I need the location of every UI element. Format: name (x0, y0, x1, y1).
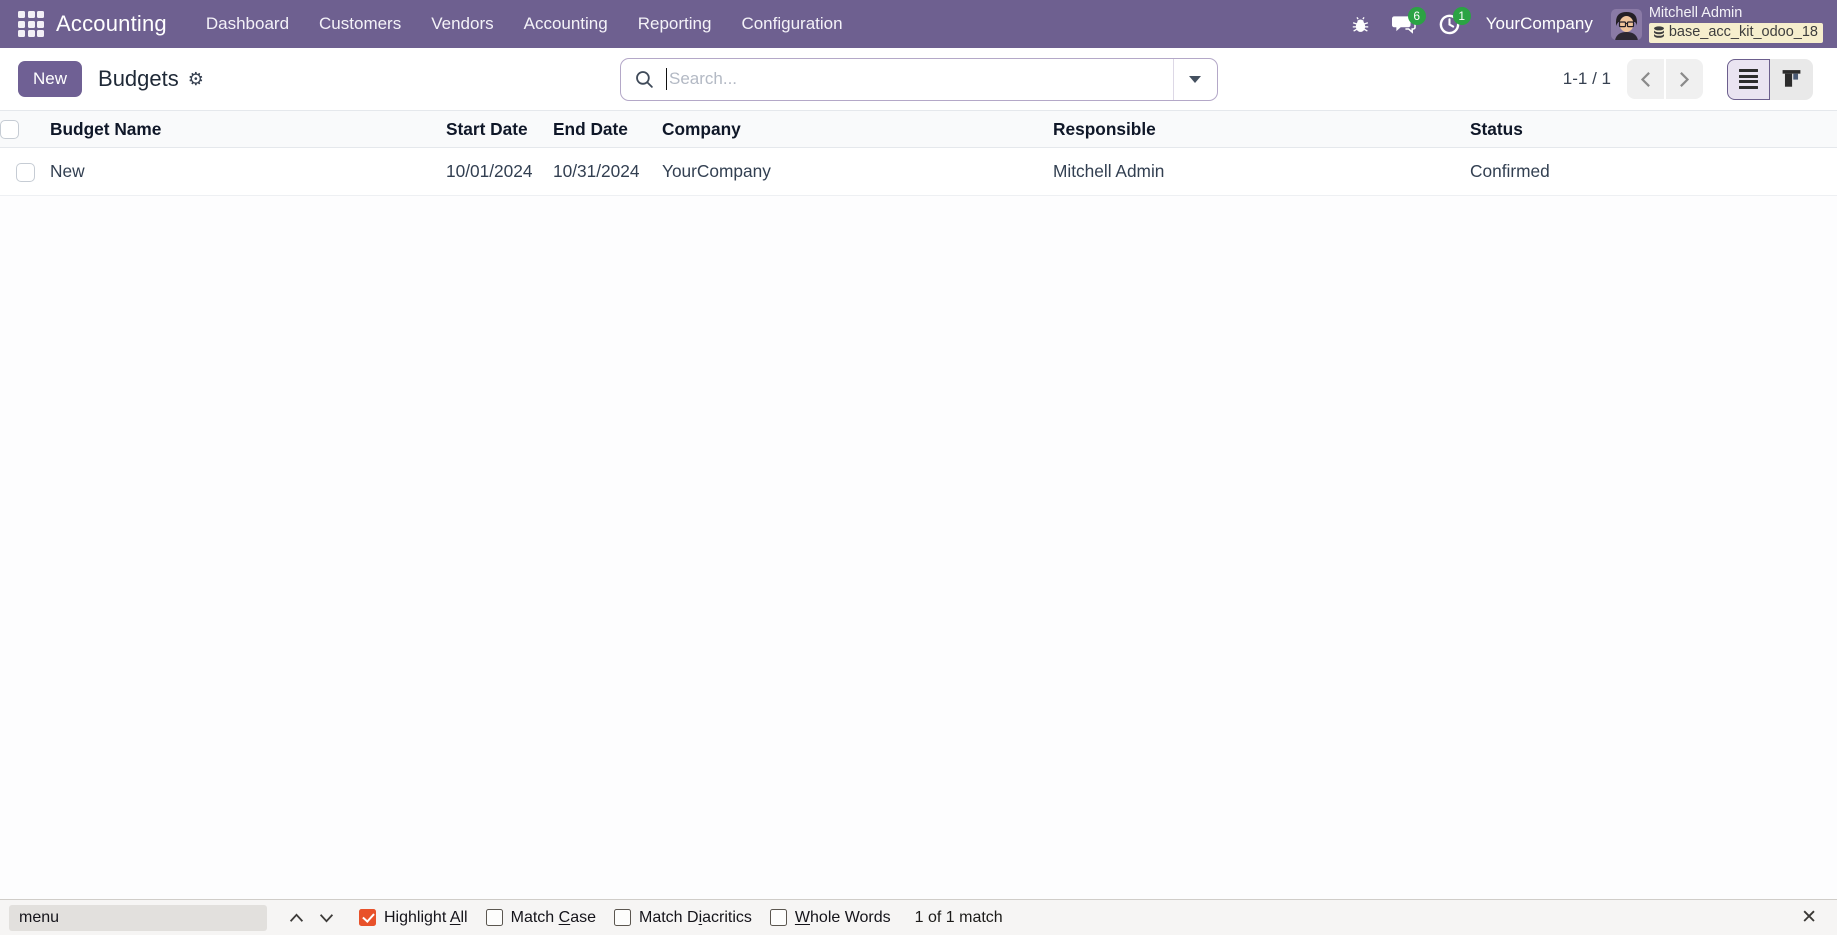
cell-end-date[interactable]: 10/31/2024 (553, 148, 662, 196)
find-previous-button[interactable] (281, 904, 311, 932)
match-case-option[interactable]: Match Case (485, 909, 596, 927)
cell-status[interactable]: Confirmed (1470, 148, 1837, 196)
control-panel: New Budgets ⚙ 1-1 / 1 (0, 48, 1837, 110)
menu-item-configuration[interactable]: Configuration (726, 0, 857, 48)
main-menu: Dashboard Customers Vendors Accounting R… (191, 0, 858, 48)
database-badge: base_acc_kit_odoo_18 (1648, 23, 1823, 43)
search-input[interactable] (667, 69, 1173, 89)
main-content: Budget Name Start Date End Date Company … (0, 110, 1837, 935)
select-all-checkbox[interactable] (0, 120, 19, 140)
company-switcher[interactable]: YourCompany (1486, 14, 1593, 34)
browser-findbar: Highlight All Match Case Match Diacritic… (0, 899, 1837, 935)
debug-bug-icon[interactable] (1340, 0, 1381, 48)
budgets-list-table: Budget Name Start Date End Date Company … (0, 110, 1837, 196)
search-options-toggle[interactable] (1172, 58, 1217, 100)
pager-range: 1-1 / 1 (1562, 69, 1611, 88)
search-bar (619, 57, 1218, 101)
menu-item-vendors[interactable]: Vendors (416, 0, 508, 48)
find-match-status: 1 of 1 match (914, 908, 1003, 926)
menu-item-accounting[interactable]: Accounting (509, 0, 623, 48)
bug-icon (1352, 16, 1368, 32)
menu-item-customers[interactable]: Customers (304, 0, 416, 48)
highlight-all-option[interactable]: Highlight All (359, 909, 468, 927)
column-header-end-date[interactable]: End Date (553, 111, 662, 148)
chevron-down-icon (1189, 75, 1201, 83)
table-header-row: Budget Name Start Date End Date Company … (0, 110, 1837, 148)
pager: 1-1 / 1 (1562, 58, 1813, 100)
pager-next-button[interactable] (1666, 59, 1703, 99)
search-icon (635, 70, 653, 88)
find-input[interactable] (9, 904, 267, 931)
messages-count-badge: 6 (1407, 7, 1426, 25)
findbar-close-button[interactable]: ✕ (1795, 906, 1823, 929)
menu-item-reporting[interactable]: Reporting (623, 0, 727, 48)
whole-words-checkbox[interactable] (769, 909, 787, 926)
kanban-view-icon (1782, 70, 1801, 87)
table-row[interactable]: New 10/01/2024 10/31/2024 YourCompany Mi… (0, 147, 1837, 196)
messages-button[interactable]: 6 (1381, 0, 1427, 48)
navbar-systray: 6 1 YourCompany Mitchell Admin base_acc_… (1340, 0, 1827, 48)
cell-start-date[interactable]: 10/01/2024 (446, 148, 553, 196)
cell-company[interactable]: YourCompany (662, 148, 1053, 196)
column-header-budget-name[interactable]: Budget Name (50, 111, 446, 148)
app-name[interactable]: Accounting (56, 11, 167, 37)
cell-budget-name[interactable]: New (50, 148, 446, 196)
actions-gear-icon[interactable]: ⚙ (188, 70, 204, 88)
apps-menu-icon[interactable] (18, 11, 44, 37)
new-button[interactable]: New (18, 61, 83, 97)
column-header-start-date[interactable]: Start Date (446, 111, 553, 148)
database-icon (1653, 26, 1664, 38)
menu-item-dashboard[interactable]: Dashboard (191, 0, 304, 48)
highlight-all-checkbox[interactable] (359, 909, 376, 926)
view-switcher (1727, 58, 1813, 100)
activities-button[interactable]: 1 (1427, 0, 1472, 48)
match-diacritics-option[interactable]: Match Diacritics (613, 909, 752, 927)
chevron-down-icon (319, 913, 333, 923)
user-avatar (1610, 8, 1642, 40)
column-header-company[interactable]: Company (662, 111, 1053, 148)
cell-responsible[interactable]: Mitchell Admin (1053, 148, 1470, 196)
top-navbar: Accounting Dashboard Customers Vendors A… (0, 0, 1837, 48)
database-name: base_acc_kit_odoo_18 (1668, 24, 1818, 40)
column-header-status[interactable]: Status (1470, 111, 1837, 148)
page-title: Budgets (98, 66, 179, 91)
find-next-button[interactable] (311, 904, 341, 932)
chevron-left-icon (1640, 71, 1650, 87)
match-case-checkbox[interactable] (485, 909, 503, 926)
user-name: Mitchell Admin (1648, 5, 1743, 22)
chevron-up-icon (289, 912, 303, 922)
user-menu[interactable]: Mitchell Admin base_acc_kit_odoo_18 (1610, 5, 1827, 43)
list-view-button[interactable] (1727, 58, 1770, 100)
row-checkbox[interactable] (15, 162, 35, 182)
whole-words-option[interactable]: Whole Words (769, 909, 891, 927)
close-icon: ✕ (1801, 907, 1817, 928)
column-header-responsible[interactable]: Responsible (1053, 111, 1470, 148)
match-diacritics-checkbox[interactable] (613, 909, 631, 926)
kanban-view-button[interactable] (1770, 58, 1813, 100)
user-meta: Mitchell Admin base_acc_kit_odoo_18 (1648, 5, 1823, 43)
activities-count-badge: 1 (1452, 7, 1471, 25)
list-view-icon (1739, 69, 1758, 89)
pager-previous-button[interactable] (1627, 59, 1664, 99)
chevron-right-icon (1680, 71, 1690, 87)
